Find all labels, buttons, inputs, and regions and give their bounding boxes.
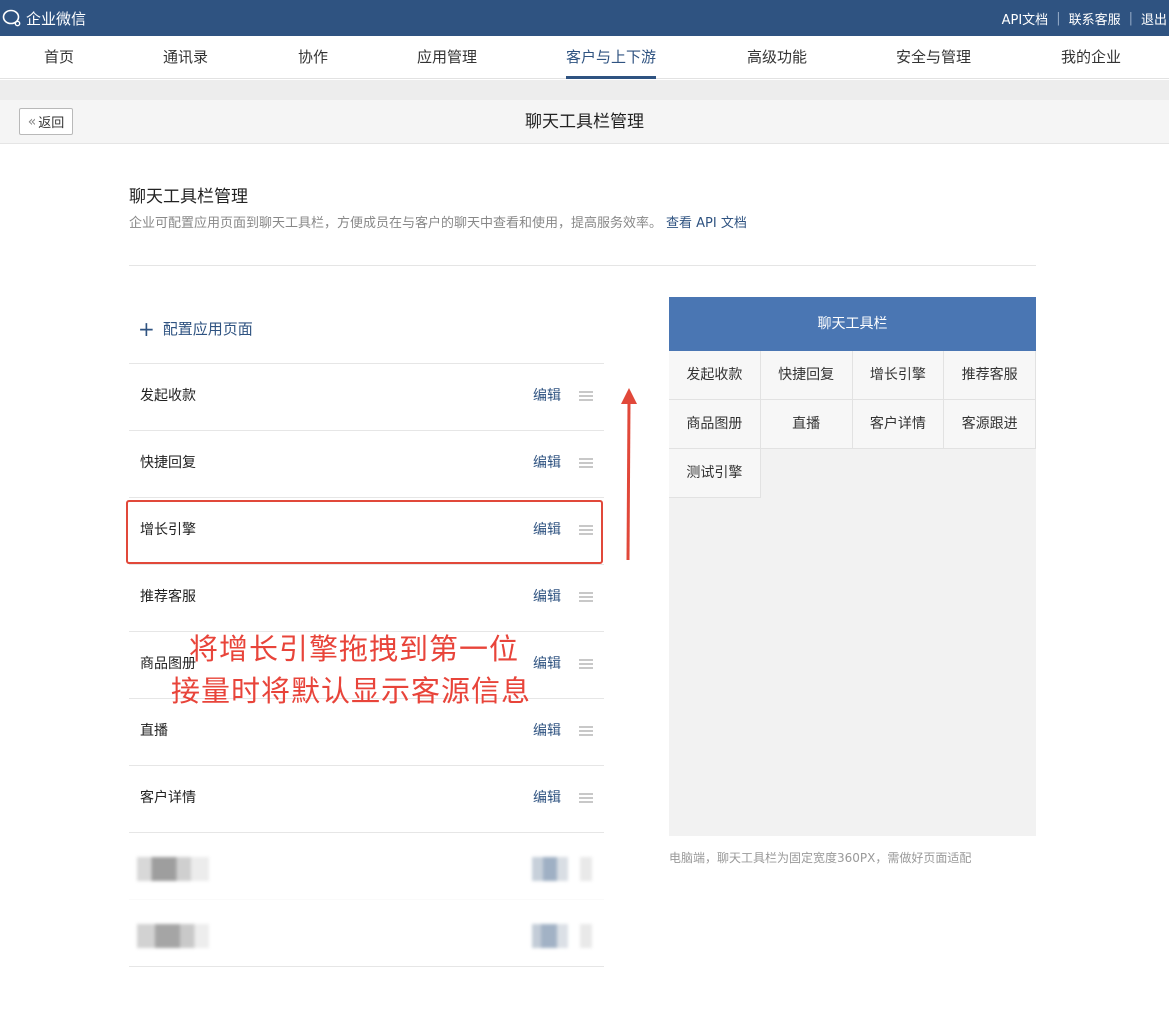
add-label: 配置应用页面 [162,320,253,338]
drag-handle-icon[interactable] [579,458,593,468]
nav-customers[interactable]: 客户与上下游 [566,36,657,79]
list-item-redacted [129,899,604,966]
item-name: 发起收款 [140,388,196,404]
list-item: 客户详情 编辑 [129,765,604,832]
list-item: 发起收款 编辑 [129,363,604,430]
redacted-edit [532,857,568,881]
redacted-name [137,857,209,881]
edit-button[interactable]: 编辑 [533,699,561,763]
nav-security[interactable]: 安全与管理 [896,36,971,79]
item-name: 直播 [140,723,168,739]
divider: | [1056,10,1061,26]
plus-icon: + [138,316,155,341]
main-nav: 首页 通讯录 协作 应用管理 客户与上下游 高级功能 安全与管理 我的企业 [0,36,1169,79]
annotation-highlight-box [126,500,603,564]
page-header: « 返回 聊天工具栏管理 [0,100,1169,144]
top-bar: 企业微信 API文档 | 联系客服 | 退出 [0,0,1169,36]
nav-app-management[interactable]: 应用管理 [417,36,477,79]
redacted-handle [580,924,592,948]
nav-advanced[interactable]: 高级功能 [747,36,807,79]
annotation-line-2: 接量时将默认显示客源信息 [171,674,532,708]
nav-contacts[interactable]: 通讯录 [163,36,208,79]
list-item: 推荐客服 编辑 [129,564,604,631]
preview-cell: 快捷回复 [760,351,853,400]
redacted-name [137,924,209,948]
section-description: 企业可配置应用页面到聊天工具栏，方便成员在与客户的聊天中查看和使用，提高服务效率… [129,212,747,231]
preview-cell: 客户详情 [852,400,945,449]
item-name: 快捷回复 [140,455,196,471]
drag-handle-icon[interactable] [579,391,593,401]
brand-name: 企业微信 [26,9,87,28]
preview-cell: 测试引擎 [669,449,761,498]
list-item-redacted [129,832,604,899]
redacted-edit [532,924,568,948]
annotation-line-1: 将增长引擎拖拽到第一位 [189,632,520,666]
preview-cell: 推荐客服 [944,351,1036,400]
logout-link[interactable]: 退出 [1141,9,1167,28]
nav-collaboration[interactable]: 协作 [298,36,328,79]
edit-button[interactable]: 编辑 [533,364,561,428]
nav-home[interactable]: 首页 [44,36,74,79]
preview-cell: 商品图册 [669,400,761,449]
preview-cell: 直播 [760,400,853,449]
spacer [0,80,1169,100]
divider: | [1128,10,1133,26]
brand-logo[interactable]: 企业微信 [2,0,86,36]
edit-button[interactable]: 编辑 [533,766,561,830]
description-text: 企业可配置应用页面到聊天工具栏，方便成员在与客户的聊天中查看和使用，提高服务效率… [129,216,663,231]
item-name: 推荐客服 [140,589,196,605]
redacted-handle [580,857,592,881]
edit-button[interactable]: 编辑 [533,565,561,629]
drag-handle-icon[interactable] [579,726,593,736]
preview-cell: 增长引擎 [852,351,945,400]
drag-handle-icon[interactable] [579,592,593,602]
drag-handle-icon[interactable] [579,659,593,669]
page-title: 聊天工具栏管理 [525,112,644,132]
item-name: 客户详情 [140,790,196,806]
preview-note: 电脑端，聊天工具栏为固定宽度360PX，需做好页面适配 [669,851,972,865]
edit-button[interactable]: 编辑 [533,632,561,696]
api-doc-link[interactable]: API文档 [1002,9,1049,28]
annotation-arrow-icon [621,388,637,561]
drag-handle-icon[interactable] [579,793,593,803]
edit-button[interactable]: 编辑 [533,431,561,495]
section-title: 聊天工具栏管理 [129,187,248,207]
toolbar-preview: 聊天工具栏 发起收款 快捷回复 增长引擎 推荐客服 商品图册 直播 客户详情 客… [669,297,1036,836]
divider [129,265,1036,266]
top-links: API文档 | 联系客服 | 退出 [1002,0,1167,36]
preview-grid: 发起收款 快捷回复 增长引擎 推荐客服 商品图册 直播 客户详情 客源跟进 测试… [669,351,1036,498]
list-bottom-border [129,966,604,967]
nav-my-company[interactable]: 我的企业 [1061,36,1121,79]
list-item: 快捷回复 编辑 [129,430,604,497]
preview-cell: 发起收款 [669,351,761,400]
add-app-page-button[interactable]: + 配置应用页面 [138,318,253,339]
wework-logo-icon [2,9,21,27]
preview-cell: 客源跟进 [944,400,1036,449]
api-doc-link[interactable]: 查看 API 文档 [666,216,747,231]
preview-title: 聊天工具栏 [669,297,1036,351]
contact-support-link[interactable]: 联系客服 [1069,9,1121,28]
